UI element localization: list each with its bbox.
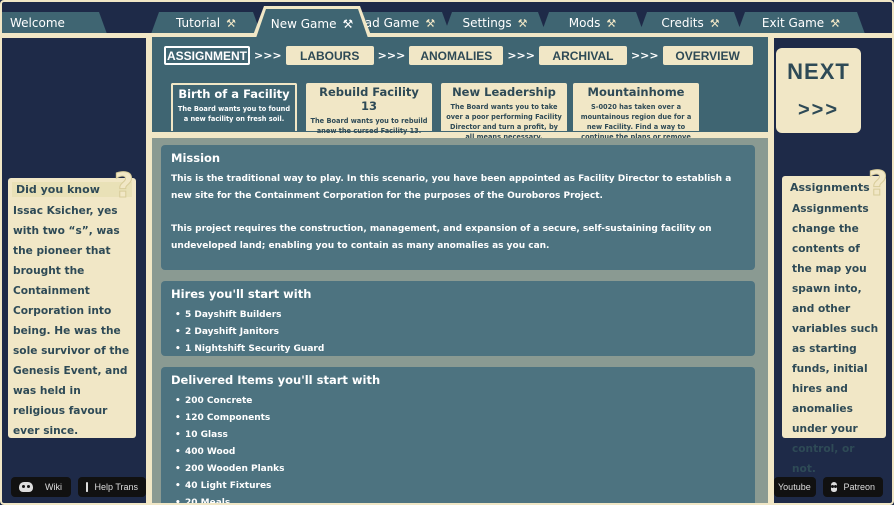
tab-label: New Game <box>270 16 337 31</box>
list-item: 40 Light Fixtures <box>171 478 745 495</box>
hammer-wrench-icon: ⚒ <box>606 16 617 30</box>
discord-icon <box>831 482 838 492</box>
patreon-button[interactable]: Patreon <box>823 477 883 497</box>
step-arrow: >>> <box>254 49 282 62</box>
list-item: 200 Wooden Planks <box>171 461 745 478</box>
step-arrow: >>> <box>630 49 659 62</box>
step-label: ASSIGNMENT <box>166 48 247 63</box>
scenario-description: The Board wants you to rebuild anew the … <box>310 117 428 135</box>
step-archival[interactable]: ARCHIVAL <box>538 46 627 65</box>
list-item: 2 Dayshift Janitors <box>171 324 745 341</box>
youtube-button[interactable]: Youtube <box>774 477 816 497</box>
list-item: 20 Meals <box>171 495 745 505</box>
link-label: Youtube <box>778 482 811 492</box>
step-arrow: >>> <box>377 49 406 62</box>
tab-label: Mods <box>568 16 601 30</box>
step-label: ARCHIVAL <box>552 48 614 63</box>
did-you-know-text: Issac Ksicher, yes with two “s”, was the… <box>13 205 130 437</box>
wiki-button[interactable]: Wiki <box>11 477 71 497</box>
tab-exit-game[interactable]: Exit Game ⚒ <box>737 12 865 34</box>
scenario-description: The Board wants you to take over a poor … <box>446 103 562 141</box>
tab-label: Tutorial <box>176 16 221 30</box>
next-arrows: >>> <box>797 99 840 121</box>
scenario-new-leadership[interactable]: New Leadership The Board wants you to ta… <box>441 83 567 141</box>
tab-new-game[interactable]: New Game ⚒ <box>256 9 368 38</box>
scenario-title: Mountainhome <box>587 85 685 99</box>
link-label: Help Trans <box>94 482 138 492</box>
step-anomalies[interactable]: ANOMALIES <box>409 46 504 65</box>
items-card: Delivered Items you'll start with 200 Co… <box>161 367 755 505</box>
hammer-wrench-icon: ⚒ <box>342 16 354 31</box>
top-menu-bar: Welcome Tutorial ⚒ ad Game ⚒ Settings ⚒ … <box>0 0 894 40</box>
scenario-rebuild-facility-13[interactable]: Rebuild Facility 13 The Board wants you … <box>306 83 432 135</box>
assignments-info-text: Assignments change the contents of the m… <box>792 203 879 475</box>
scenario-title: Rebuild Facility 13 <box>319 85 419 113</box>
list-item: 5 Dayshift Builders <box>171 307 745 324</box>
step-label: ANOMALIES <box>420 48 493 63</box>
card-title: Delivered Items you'll start with <box>171 373 381 387</box>
question-mark-icon: ? <box>114 166 135 207</box>
card-title: Hires you'll start with <box>171 287 312 301</box>
step-progress: ASSIGNMENT >>> LABOURS >>> ANOMALIES >>>… <box>164 46 753 65</box>
list-item: 200 Concrete <box>171 393 745 410</box>
hammer-wrench-icon: ⚒ <box>517 16 528 30</box>
tab-credits[interactable]: Credits ⚒ <box>639 12 742 34</box>
discord-icon <box>19 482 33 492</box>
hammer-wrench-icon: ⚒ <box>425 16 436 30</box>
list-item: 1 Nightshift Security Guard <box>171 341 745 358</box>
hammer-wrench-icon: ⚒ <box>709 16 720 30</box>
question-mark-icon: ? <box>868 164 889 205</box>
tab-label: Exit Game <box>761 16 825 30</box>
step-labours[interactable]: LABOURS <box>285 46 374 65</box>
tab-label: Welcome <box>10 16 65 30</box>
hammer-wrench-icon: ⚒ <box>226 16 236 30</box>
step-label: OVERVIEW <box>675 48 740 63</box>
tab-settings[interactable]: Settings ⚒ <box>444 12 546 34</box>
scenario-title: New Leadership <box>452 85 556 99</box>
scenario-description: The Board wants you to found a new facil… <box>177 105 291 123</box>
scenario-birth-of-a-facility[interactable]: Birth of a Facility The Board wants you … <box>171 83 297 131</box>
hammer-wrench-icon: ⚒ <box>830 16 841 30</box>
hires-card: Hires you'll start with 5 Dayshift Build… <box>161 281 755 358</box>
next-label: NEXT <box>787 59 850 84</box>
tab-welcome[interactable]: Welcome <box>0 12 107 34</box>
step-overview[interactable]: OVERVIEW <box>662 46 753 65</box>
tab-tutorial[interactable]: Tutorial ⚒ <box>151 12 261 34</box>
tab-label: Settings <box>462 16 512 30</box>
did-you-know-box: Did you know Issac Ksicher, yes with two… <box>8 178 136 438</box>
tab-mods[interactable]: Mods ⚒ <box>541 12 644 34</box>
list-item: 10 Glass <box>171 427 745 444</box>
step-arrow: >>> <box>507 49 535 62</box>
step-assignment[interactable]: ASSIGNMENT <box>164 46 250 65</box>
mission-card: Mission This is the traditional way to p… <box>161 145 755 270</box>
link-label: Patreon <box>843 482 875 492</box>
next-button[interactable]: NEXT >>> <box>776 48 861 133</box>
discord-icon <box>81 482 94 492</box>
card-title: Mission <box>171 151 221 165</box>
mission-paragraph: This project requires the construction, … <box>171 224 712 251</box>
list-item: 400 Wood <box>171 444 745 461</box>
link-label: Wiki <box>45 482 62 492</box>
mission-paragraph: This is the traditional way to play. In … <box>171 174 732 201</box>
tab-label: Credits <box>661 16 704 30</box>
help-translate-button[interactable]: Help Trans <box>78 477 146 497</box>
assignments-info-box: Assignments Assignments change the conte… <box>782 176 886 475</box>
list-item: 120 Components <box>171 410 745 427</box>
tab-label: ad Game <box>364 16 420 30</box>
scenario-title: Birth of a Facility <box>178 87 290 101</box>
step-label: LABOURS <box>299 48 360 63</box>
scenario-mountainhome[interactable]: Mountainhome S-0020 has taken over a mou… <box>573 83 699 151</box>
